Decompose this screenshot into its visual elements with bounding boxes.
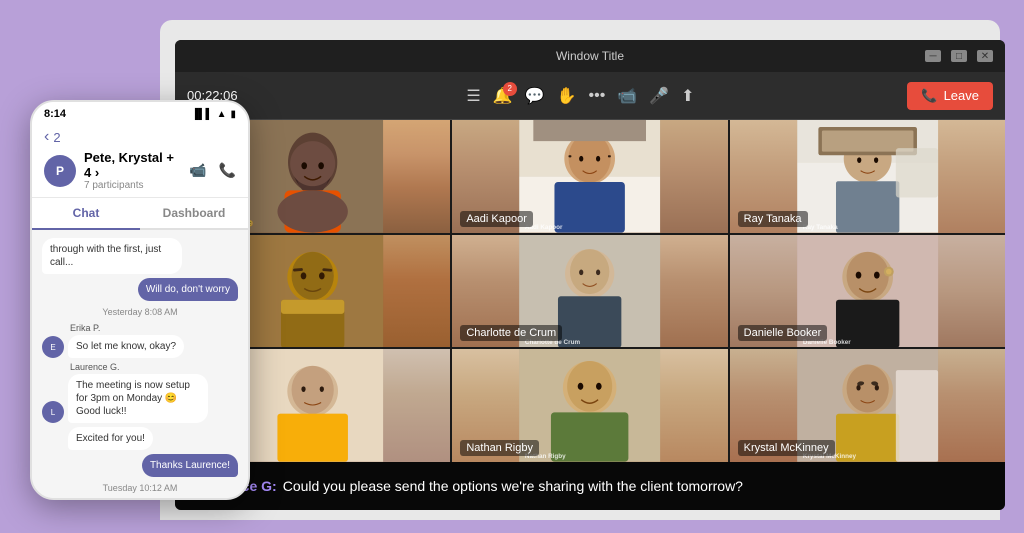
notification-icon[interactable]: 🔔 2: [493, 86, 513, 106]
leave-phone-icon: 📞: [921, 88, 937, 104]
phone-header-content: P Pete, Krystal + 4 › 7 participants 📹 📞: [44, 150, 236, 191]
maximize-button[interactable]: □: [951, 50, 967, 62]
menu-icon[interactable]: ☰: [466, 86, 480, 106]
video-cell-3: Ray Tanaka Ray Tanaka: [730, 120, 1005, 233]
more-options-icon[interactable]: •••: [589, 87, 606, 105]
window-title: Window Title: [556, 49, 624, 63]
window-controls: ─ □ ✕: [925, 50, 993, 62]
sender-cassandra: Cassandra D.: [70, 499, 238, 500]
microphone-icon[interactable]: 🎤: [649, 86, 669, 106]
sender-erika: Erika P.: [70, 323, 238, 333]
message-bubble-5: Excited for you!: [68, 427, 153, 450]
back-icon[interactable]: ‹: [44, 128, 49, 146]
video-cell-8: Nathan Rigby Nathan Rigby: [452, 349, 727, 462]
participant-name-6: Danielle Booker: [738, 325, 828, 341]
date-separator-1: Yesterday 8:08 AM: [42, 307, 238, 317]
video-cell-9: Krystal McKinney Krystal McKinney: [730, 349, 1005, 462]
phone-header-icons: 📹 📞: [189, 162, 236, 179]
message-3: E So let me know, okay?: [42, 335, 238, 358]
avatar-erika: E: [42, 336, 64, 358]
video-area: 😊: [175, 120, 1005, 510]
participant-name-5: Charlotte de Crum: [460, 325, 562, 341]
back-count: 2: [53, 130, 60, 145]
sender-laurence: Laurence G.: [70, 362, 238, 372]
phone-status-bar: 8:14 ▐▌▌ ▲ ▮: [32, 102, 248, 124]
chat-subtitle: 7 participants: [84, 180, 181, 191]
leave-button[interactable]: 📞 Leave: [907, 82, 993, 110]
message-4: L The meeting is now setup for 3pm on Mo…: [42, 374, 238, 423]
date-separator-2: Tuesday 10:12 AM: [42, 483, 238, 493]
toolbar-icons: ☰ 🔔 2 💬 ✋ ••• 📹 🎤 ⬆: [254, 86, 908, 106]
message-5: L Excited for you!: [42, 427, 238, 450]
subtitle-text: Could you please send the options we're …: [283, 478, 743, 494]
toolbar-right: 📞 Leave: [907, 82, 993, 110]
chat-icon[interactable]: 💬: [525, 86, 545, 106]
video-cell-2: Aadi Kapoor Aadi Kapoor: [452, 120, 727, 233]
tab-chat[interactable]: Chat: [32, 198, 140, 230]
teams-toolbar: 00:22:06 ☰ 🔔 2 💬 ✋ ••• 📹 🎤 ⬆ 📞 Leave: [175, 72, 1005, 120]
notification-badge: 2: [503, 82, 517, 96]
phone-time: 8:14: [44, 108, 66, 120]
close-button[interactable]: ✕: [977, 50, 993, 62]
subtitle-bar: Laurence G: Could you please send the op…: [175, 462, 1005, 510]
camera-icon[interactable]: 📹: [617, 86, 637, 106]
message-bubble-4: The meeting is now setup for 3pm on Mond…: [68, 374, 208, 423]
hand-icon[interactable]: ✋: [557, 86, 577, 106]
tab-dashboard[interactable]: Dashboard: [140, 198, 248, 228]
message-bubble-3: So let me know, okay?: [68, 335, 184, 358]
chat-avatar: P: [44, 155, 76, 187]
share-icon[interactable]: ⬆: [681, 86, 694, 106]
avatar-laurence: L: [42, 401, 64, 423]
phone-messages[interactable]: through with the first, just call... Wil…: [32, 230, 248, 500]
title-bar: Window Title ─ □ ✕: [175, 40, 1005, 72]
minimize-button[interactable]: ─: [925, 50, 941, 62]
message-bubble-1: through with the first, just call...: [42, 238, 182, 274]
battery-icon: ▮: [230, 109, 236, 120]
phone-status-icons: ▐▌▌ ▲ ▮: [191, 109, 236, 120]
participant-name-8: Nathan Rigby: [460, 440, 539, 456]
laptop-screen: Window Title ─ □ ✕ 00:22:06 ☰ 🔔 2 💬 ✋ ••…: [175, 40, 1005, 510]
participant-name-2: Aadi Kapoor: [460, 211, 533, 227]
phone-header: ‹ 2 P Pete, Krystal + 4 › 7 participants…: [32, 124, 248, 198]
message-bubble-6: Thanks Laurence!: [142, 454, 238, 477]
video-call-icon[interactable]: 📹: [189, 162, 206, 179]
phone-call-icon[interactable]: 📞: [219, 162, 236, 179]
mobile-phone: 8:14 ▐▌▌ ▲ ▮ ‹ 2 P Pete, Krystal + 4 › 7…: [30, 100, 250, 500]
message-bubble-2: Will do, don't worry: [138, 278, 238, 301]
participant-name-3: Ray Tanaka: [738, 211, 808, 227]
phone-tabs: Chat Dashboard: [32, 198, 248, 230]
video-cell-6: Danielle Booker Danielle Booker: [730, 235, 1005, 348]
message-1: through with the first, just call...: [42, 238, 238, 274]
phone-header-text: Pete, Krystal + 4 › 7 participants: [84, 150, 181, 191]
svg-text:Ray Tanaka: Ray Tanaka: [803, 224, 838, 231]
wifi-icon: ▲: [217, 109, 227, 120]
participant-name-9: Krystal McKinney: [738, 440, 835, 456]
video-cell-5: Charlotte de Crum Charlotte de Crum: [452, 235, 727, 348]
video-grid: 😊: [175, 120, 1005, 462]
chat-title: Pete, Krystal + 4 ›: [84, 150, 181, 180]
message-2: Will do, don't worry: [42, 278, 238, 301]
signal-icon: ▐▌▌: [191, 109, 212, 120]
message-6: Thanks Laurence!: [42, 454, 238, 477]
phone-back-row: ‹ 2: [44, 128, 236, 146]
